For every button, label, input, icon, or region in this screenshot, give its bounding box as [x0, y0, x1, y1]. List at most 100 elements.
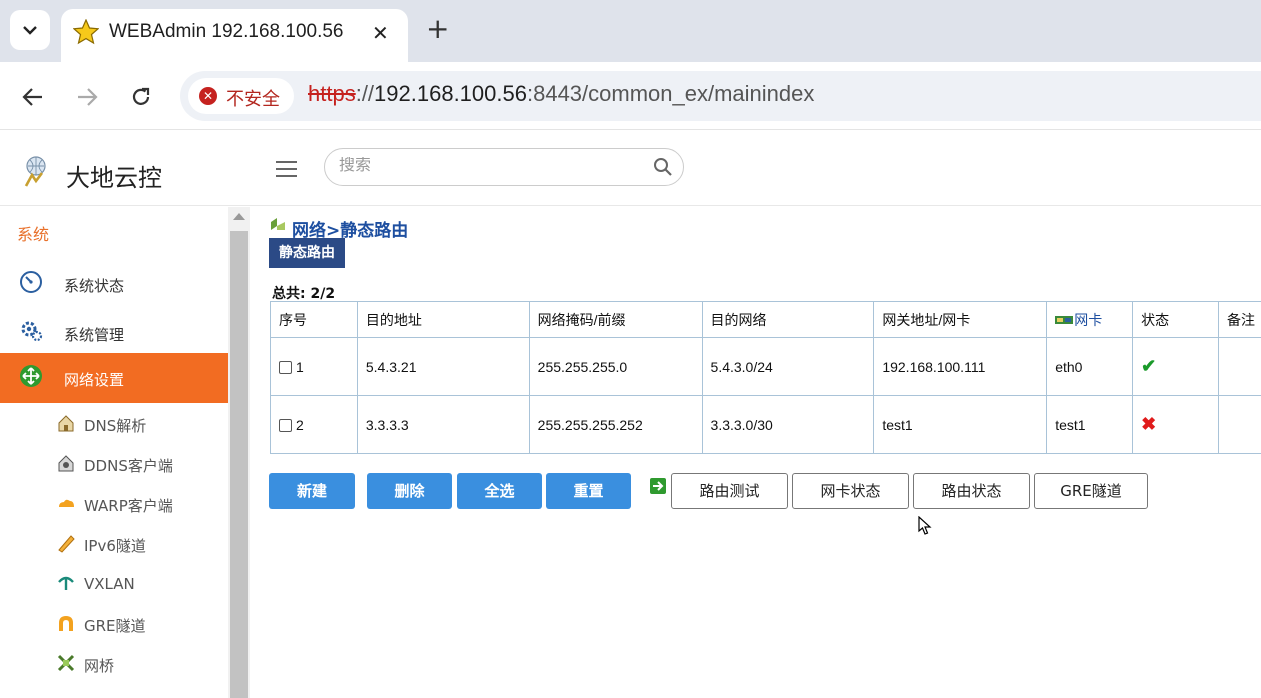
search-box[interactable] [324, 148, 684, 186]
sidebar-subitem-warp[interactable]: WARP客户端 [0, 485, 228, 525]
menu-toggle-icon[interactable] [276, 161, 297, 177]
row-checkbox[interactable] [279, 419, 292, 433]
reload-button[interactable] [126, 82, 156, 112]
tab-search-button[interactable] [10, 10, 50, 50]
sidebar-section-system[interactable]: 系统 [17, 221, 49, 245]
check-icon[interactable]: ✔ [1141, 356, 1156, 376]
browser-toolbar: ✕ 不安全 https://192.168.100.56:8443/common… [0, 62, 1261, 130]
nic-card-icon [1055, 316, 1074, 325]
sidebar-subitem-label: VXLAN [84, 575, 135, 593]
ddns-icon [58, 455, 74, 472]
sidebar-item-label: 系统状态 [64, 277, 125, 295]
cell-note [1217, 337, 1261, 396]
sidebar-item-network[interactable]: 网络设置 [0, 353, 228, 403]
cell-nic: test1 [1046, 395, 1134, 454]
browser-tab-active[interactable]: WEBAdmin 192.168.100.56 ✕ [61, 9, 408, 62]
arrow-left-icon [22, 88, 42, 106]
table-row[interactable]: 1 5.4.3.21 255.255.255.0 5.4.3.0/24 192.… [270, 337, 1261, 396]
bridge-icon [57, 654, 75, 672]
delete-button[interactable]: 删除 [367, 473, 452, 509]
cell-no: 2 [270, 395, 358, 454]
vxlan-icon [58, 576, 74, 590]
cell-note [1217, 395, 1261, 454]
scroll-thumb[interactable] [230, 231, 248, 698]
reload-icon [132, 87, 150, 105]
sidebar-scrollbar[interactable] [228, 207, 250, 698]
col-header-net[interactable]: 目的网络 [701, 301, 875, 338]
cell-net: 3.3.3.0/30 [701, 395, 875, 454]
cell-nic: eth0 [1046, 337, 1134, 396]
security-chip[interactable]: ✕ 不安全 [188, 78, 294, 114]
cell-status: ✖ [1132, 395, 1219, 454]
route-test-button[interactable]: 路由测试 [671, 473, 788, 509]
address-bar[interactable]: ✕ 不安全 https://192.168.100.56:8443/common… [180, 71, 1261, 121]
sidebar-subitem-label: DDNS客户端 [84, 457, 173, 475]
not-secure-icon: ✕ [199, 87, 217, 105]
cloud-icon [59, 499, 74, 507]
cell-mask: 255.255.255.252 [528, 395, 703, 454]
export-arrow-icon[interactable] [650, 478, 666, 494]
col-header-no[interactable]: 序号 [270, 301, 358, 338]
nic-header-label: 网卡 [1074, 311, 1103, 328]
row-checkbox[interactable] [279, 361, 292, 375]
row-no: 2 [296, 416, 304, 433]
globe-logo-icon [24, 156, 46, 187]
cell-gateway: 192.168.100.111 [873, 337, 1048, 396]
cell-dest: 3.3.3.3 [356, 395, 530, 454]
search-icon[interactable] [653, 157, 673, 177]
url-host: 192.168.100.56 [374, 81, 527, 106]
sidebar-subitem-dns[interactable]: DNS解析 [0, 405, 228, 445]
sidebar-subitem-ddns[interactable]: DDNS客户端 [0, 445, 228, 485]
col-header-nic[interactable]: 网卡 [1046, 301, 1134, 338]
scroll-up-arrow-icon[interactable] [233, 213, 245, 220]
sidebar-subitem-label: 网桥 [84, 657, 115, 675]
cell-dest: 5.4.3.21 [356, 337, 530, 396]
security-label: 不安全 [226, 89, 280, 110]
sidebar-subitem-gre[interactable]: GRE隧道 [0, 605, 228, 645]
sidebar-subitem-label: GRE隧道 [84, 617, 146, 635]
nic-status-button[interactable]: 网卡状态 [792, 473, 909, 509]
url-text[interactable]: https://192.168.100.56:8443/common_ex/ma… [308, 81, 814, 107]
route-status-button[interactable]: 路由状态 [913, 473, 1030, 509]
tab-static-route[interactable]: 静态路由 [269, 238, 345, 268]
back-button[interactable] [18, 82, 48, 112]
sidebar-item-system-admin[interactable]: 系统管理 [0, 308, 228, 358]
arrow-right-icon [78, 88, 98, 106]
sidebar-item-label: 网络设置 [64, 371, 125, 389]
col-header-mask[interactable]: 网络掩码/前缀 [528, 301, 703, 338]
sidebar-subitem-ipv6[interactable]: IPv6隧道 [0, 525, 228, 565]
col-header-dest[interactable]: 目的地址 [356, 301, 530, 338]
gre-tunnel-button[interactable]: GRE隧道 [1034, 473, 1148, 509]
app-header: 大地云控 [0, 131, 1261, 206]
cross-icon[interactable]: ✖ [1141, 414, 1156, 434]
new-tab-button[interactable]: + [426, 14, 449, 44]
sidebar-subitem-vxlan[interactable]: VXLAN [0, 565, 228, 605]
sidebar-subitem-label: DNS解析 [84, 417, 147, 435]
select-all-button[interactable]: 全选 [457, 473, 542, 509]
tab-close-icon[interactable]: ✕ [372, 21, 389, 45]
sidebar-subitem-label: WARP客户端 [84, 497, 173, 515]
sidebar-item-system-status[interactable]: 系统状态 [0, 259, 228, 309]
forward-button[interactable] [72, 82, 102, 112]
sidebar: 系统 系统状态 系统管理 网络设置 DNS解析 DDNS客户端 WARP客户端 [0, 207, 228, 698]
mouse-cursor-icon [918, 516, 932, 535]
col-header-status[interactable]: 状态 [1132, 301, 1219, 338]
sidebar-subitem-bridge[interactable]: 网桥 [0, 645, 228, 685]
col-header-gateway[interactable]: 网关地址/网卡 [873, 301, 1048, 338]
sidebar-item-label: 系统管理 [64, 326, 125, 344]
route-table: 序号 目的地址 网络掩码/前缀 目的网络 网关地址/网卡 网卡 状态 备注 1 … [270, 301, 1261, 454]
url-path: :8443/common_ex/mainindex [526, 81, 815, 106]
cell-net: 5.4.3.0/24 [701, 337, 875, 396]
gre-icon [59, 616, 73, 631]
gear-icon [21, 321, 43, 342]
search-input[interactable] [339, 157, 639, 175]
col-header-note[interactable]: 备注 [1217, 301, 1261, 338]
sidebar-subitem-label: IPv6隧道 [84, 537, 146, 555]
table-header-row: 序号 目的地址 网络掩码/前缀 目的网络 网关地址/网卡 网卡 状态 备注 [270, 301, 1261, 338]
new-button[interactable]: 新建 [269, 473, 355, 509]
cell-mask: 255.255.255.0 [528, 337, 703, 396]
star-favicon-icon [73, 19, 99, 45]
reset-button[interactable]: 重置 [546, 473, 631, 509]
ipv6-icon [58, 535, 75, 553]
table-row[interactable]: 2 3.3.3.3 255.255.255.252 3.3.3.0/30 tes… [270, 395, 1261, 454]
